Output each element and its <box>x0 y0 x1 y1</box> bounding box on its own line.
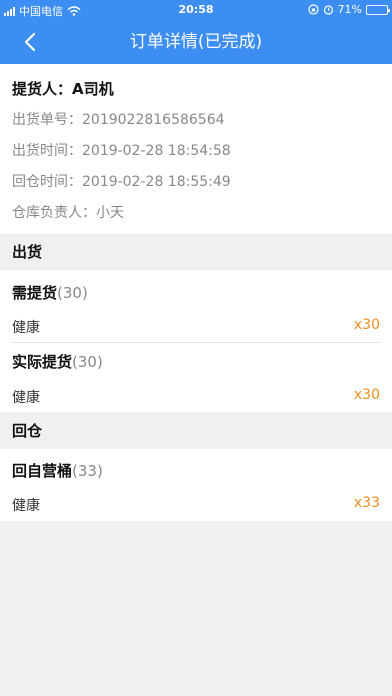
group-name: 回自营桶 <box>12 462 73 480</box>
return-time: 回仓时间：2019-02-28 18:55:49 <box>12 174 231 190</box>
list-item: 健康 x30 <box>12 317 380 337</box>
out-block: 需提货(30) 健康 x30 实际提货(30) 健康 x30 <box>0 270 392 412</box>
return-block: 回自营桶(33) 健康 x33 <box>0 449 392 521</box>
section-return-title: 回仓 <box>0 413 392 449</box>
group-title: 需提货(30) <box>12 282 88 303</box>
item-name: 健康 <box>12 390 40 406</box>
group-title: 实际提货(30) <box>12 351 103 372</box>
divider <box>12 342 380 343</box>
order-number: 出货单号：2019022816586564 <box>12 112 225 128</box>
alarm-icon <box>323 5 333 15</box>
item-name: 健康 <box>12 498 40 514</box>
orientation-lock-icon <box>307 4 319 15</box>
battery-icon <box>366 4 390 15</box>
warehouse-manager: 仓库负责人：小天 <box>12 205 124 221</box>
list-item: 健康 x33 <box>12 495 380 515</box>
group-name: 需提货 <box>12 284 58 302</box>
group-title: 回自营桶(33) <box>12 460 103 481</box>
out-time: 出货时间：2019-02-28 18:54:58 <box>12 143 231 159</box>
section-out-title: 出货 <box>0 234 392 270</box>
nav-bar: 订单详情(已完成) <box>0 20 392 64</box>
group-name: 实际提货 <box>12 353 73 371</box>
item-quantity: x30 <box>353 387 380 403</box>
order-info: 提货人：A司机 出货单号：2019022816586564 出货时间：2019-… <box>0 64 392 234</box>
status-bar: 中国电信 20:58 71% <box>0 0 392 20</box>
page-title: 订单详情(已完成) <box>129 32 263 52</box>
group-count: (30) <box>57 284 88 302</box>
picker-label: 提货人：A司机 <box>12 80 114 98</box>
status-right: 71% <box>307 3 390 16</box>
item-quantity: x33 <box>353 495 380 511</box>
list-item: 健康 x30 <box>12 387 380 407</box>
group-count: (33) <box>72 462 103 480</box>
group-count: (30) <box>72 353 103 371</box>
item-name: 健康 <box>12 320 40 336</box>
item-quantity: x30 <box>353 317 380 333</box>
battery-percent: 71% <box>337 3 362 16</box>
